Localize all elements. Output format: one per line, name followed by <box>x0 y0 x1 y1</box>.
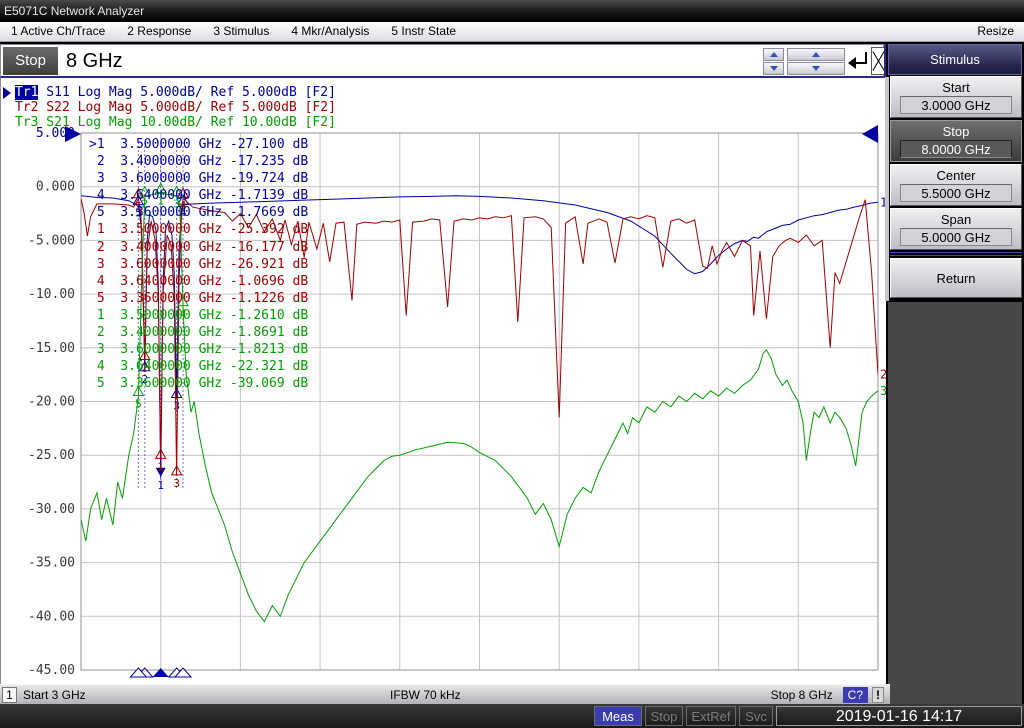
softkey-stop-button[interactable]: Stop8.0000 GHz <box>890 120 1022 162</box>
y-axis-label: -15.00 <box>28 341 75 356</box>
marker-row-S11-5: 5 3.3600000 GHz -1.7669 dB <box>89 204 308 221</box>
y-axis-label: -5.000 <box>28 233 75 248</box>
softkey-divider <box>890 252 1022 256</box>
enter-key-icon[interactable] <box>846 50 870 72</box>
marker-row-S22-5: 5 3.3600000 GHz -1.1226 dB <box>89 290 308 307</box>
marker-number: 3 <box>173 477 180 490</box>
softkey-start-button[interactable]: Start3.0000 GHz <box>890 76 1022 118</box>
menu-item-3[interactable]: 3 Stimulus <box>202 22 280 41</box>
trace-definition-Tr3[interactable]: Tr3 S21 Log Mag 10.00dB/ Ref 10.00dB [F2… <box>15 115 336 130</box>
menu-item-2[interactable]: 2 Response <box>116 22 202 41</box>
sidebar-panel <box>888 302 1022 704</box>
entry-bar <box>0 44 884 78</box>
status-datetime: 2019-01-16 14:17 <box>776 706 1022 726</box>
trace-params: S21 Log Mag 10.00dB/ Ref 10.00dB [F2] <box>38 115 335 130</box>
up-arrow-icon <box>770 52 778 57</box>
status-extref: ExtRef <box>686 706 736 726</box>
calibration-badge: C? <box>843 687 868 703</box>
channel-start-text: Start 3 GHz <box>23 688 86 702</box>
marker-row-S11-1: >1 3.5000000 GHz -27.100 dB <box>89 136 308 153</box>
marker-table: >1 3.5000000 GHz -27.100 dB 2 3.4000000 … <box>89 136 308 392</box>
trace-params: S11 Log Mag 5.000dB/ Ref 5.000dB [F2] <box>38 85 335 100</box>
marker-row-S21-4: 4 3.6400000 GHz -22.321 dB <box>89 358 308 375</box>
status-svc: Svc <box>739 706 773 726</box>
y-axis-label: -45.00 <box>28 663 75 678</box>
trace-definition-Tr2[interactable]: Tr2 S22 Log Mag 5.000dB/ Ref 5.000dB [F2… <box>15 100 336 115</box>
softkey-value: 5.0000 GHz <box>900 228 1012 246</box>
marker-row-S22-4: 4 3.6400000 GHz -1.0696 dB <box>89 273 308 290</box>
marker-row-S21-2: 2 3.4000000 GHz -1.8691 dB <box>89 324 308 341</box>
down-arrow-icon <box>812 66 820 71</box>
marker-row-S11-2: 2 3.4000000 GHz -17.235 dB <box>89 153 308 170</box>
marker-row-S22-2: 2 3.4000000 GHz -16.177 dB <box>89 239 308 256</box>
softkey-value: 8.0000 GHz <box>900 140 1012 158</box>
softkey-scroll-strip[interactable] <box>885 77 889 301</box>
spin-down-small-button[interactable] <box>763 62 784 75</box>
spin-down-large-button[interactable] <box>787 62 845 75</box>
entry-value-field[interactable]: 8 GHz <box>66 46 123 76</box>
marker-row-S21-5: 5 3.3600000 GHz -39.069 dB <box>89 375 308 392</box>
app-window: E5071C Network Analyzer 1 Active Ch/Trac… <box>0 0 1024 728</box>
trace-id-Tr3[interactable]: Tr3 <box>15 115 38 130</box>
stimulus-marker-active-icon[interactable] <box>153 668 169 677</box>
window-title: E5071C Network Analyzer <box>4 4 144 18</box>
softkey-label: Center <box>891 168 1021 183</box>
marker-number: 1 <box>157 460 164 473</box>
trace-id-Tr1[interactable]: Tr1 <box>15 85 38 100</box>
softkey-value: 5.5000 GHz <box>900 184 1012 202</box>
up-arrow-icon <box>812 52 820 57</box>
spin-up-large-button[interactable] <box>787 48 845 61</box>
title-bar[interactable]: E5071C Network Analyzer <box>0 0 1024 22</box>
softkey-value: 3.0000 GHz <box>900 96 1012 114</box>
marker-number: 5 <box>135 398 142 411</box>
y-axis-label: -10.00 <box>28 287 75 302</box>
y-axis-label: -25.00 <box>28 448 75 463</box>
softkey-span-button[interactable]: Span5.0000 GHz <box>890 208 1022 250</box>
status-meas: Meas <box>594 706 642 726</box>
channel-status-bar: 1 Start 3 GHz IFBW 70 kHz Stop 8 GHz C? … <box>0 684 890 704</box>
menu-item-1[interactable]: 1 Active Ch/Trace <box>0 22 116 41</box>
marker-row-S11-4: 4 3.6400000 GHz -1.7139 dB <box>89 187 308 204</box>
softkey-label: Start <box>891 80 1021 95</box>
trace-params: S22 Log Mag 5.000dB/ Ref 5.000dB [F2] <box>38 100 335 115</box>
softkey-center-button[interactable]: Center5.5000 GHz <box>890 164 1022 206</box>
marker-row-S11-3: 3 3.6000000 GHz -19.724 dB <box>89 170 308 187</box>
marker-number: 3 <box>173 400 180 413</box>
marker-row-S21-1: 1 3.5000000 GHz -1.2610 dB <box>89 307 308 324</box>
channel-ifbw-text: IFBW 70 kHz <box>390 688 461 702</box>
menu-resize[interactable]: Resize <box>967 22 1024 41</box>
marker-row-S22-1: 1 3.5000000 GHz -25.392 dB <box>89 221 308 238</box>
return-button[interactable]: Return <box>890 258 1022 298</box>
menu-bar: 1 Active Ch/Trace2 Response3 Stimulus4 M… <box>0 22 1024 42</box>
softkey-label: Stop <box>891 124 1021 139</box>
entry-field-label: Stop <box>3 47 58 75</box>
y-axis-label: -40.00 <box>28 609 75 624</box>
status-stop: Stop <box>645 706 683 726</box>
instrument-status-bar: Meas Stop ExtRef Svc 2019-01-16 14:17 <box>0 704 1024 728</box>
active-trace-arrow-icon <box>3 87 11 99</box>
spin-up-small-button[interactable] <box>763 48 784 61</box>
channel-number-badge: 1 <box>2 687 17 703</box>
graph-area: 5.0000.000-5.000-10.00-15.00-20.00-25.00… <box>0 78 886 684</box>
y-axis-label: -20.00 <box>28 395 75 410</box>
y-axis-label: -30.00 <box>28 502 75 517</box>
trace-definitions: Tr1 S11 Log Mag 5.000dB/ Ref 5.000dB [F2… <box>15 85 336 130</box>
trace-id-Tr2[interactable]: Tr2 <box>15 100 38 115</box>
alert-button[interactable]: ! <box>872 687 884 703</box>
softkey-menu-title: Stimulus <box>888 44 1022 75</box>
ref-level-marker-right-icon <box>862 125 878 143</box>
marker-row-S21-3: 3 3.6000000 GHz -1.8213 dB <box>89 341 308 358</box>
y-axis-label: 0.000 <box>36 180 75 195</box>
return-button-label: Return <box>891 262 1021 296</box>
menu-item-5[interactable]: 5 Instr State <box>380 22 467 41</box>
menu-items: 1 Active Ch/Trace2 Response3 Stimulus4 M… <box>0 22 467 41</box>
trace-definition-Tr1[interactable]: Tr1 S11 Log Mag 5.000dB/ Ref 5.000dB [F2… <box>15 85 336 100</box>
menu-item-4[interactable]: 4 Mkr/Analysis <box>280 22 380 41</box>
softkey-label: Span <box>891 212 1021 227</box>
y-axis-label: -35.00 <box>28 556 75 571</box>
marker-number: 1 <box>157 479 164 492</box>
down-arrow-icon <box>770 66 778 71</box>
channel-stop-text: Stop 8 GHz <box>771 688 833 702</box>
marker-row-S22-3: 3 3.6000000 GHz -26.921 dB <box>89 256 308 273</box>
